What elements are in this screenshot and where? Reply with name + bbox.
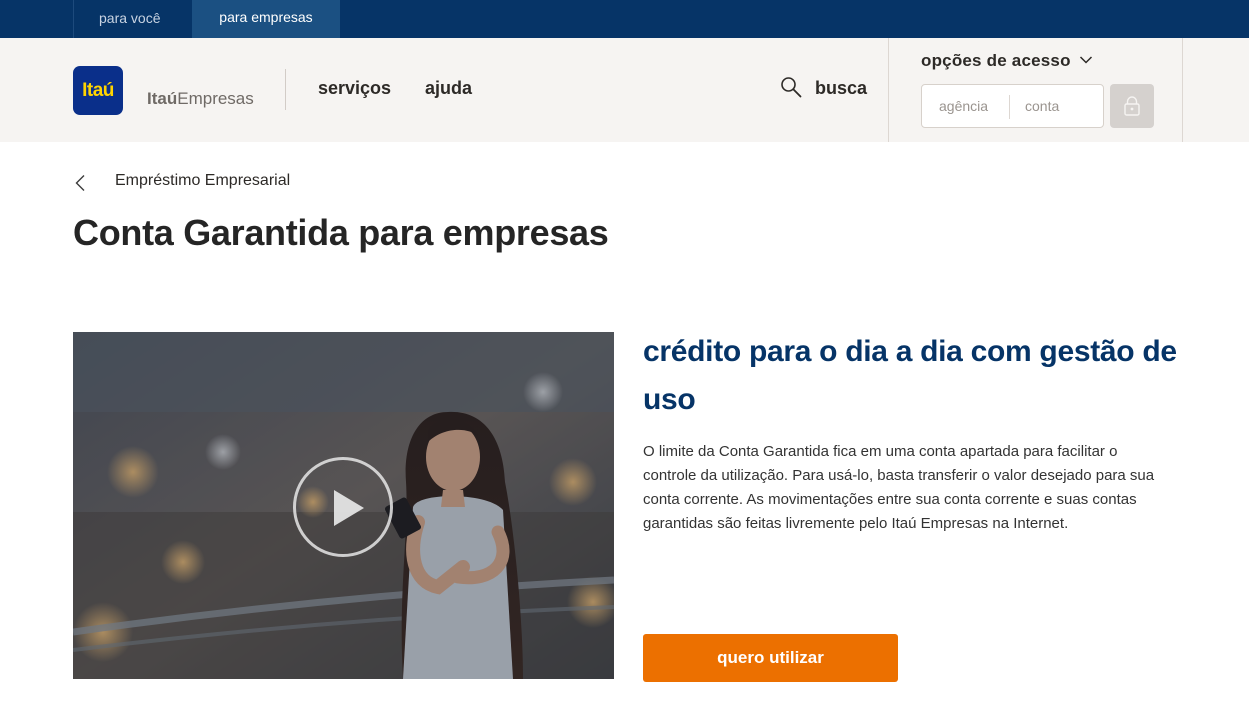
lock-icon (1124, 96, 1140, 116)
access-options-title[interactable]: opções de acesso (921, 51, 1071, 71)
brand-bold: Itaú (147, 89, 178, 108)
breadcrumb[interactable]: Empréstimo Empresarial (115, 172, 290, 190)
section-subtitle: crédito para o dia a dia com gestão de u… (643, 335, 1177, 416)
agencia-input[interactable] (939, 93, 1007, 119)
brand-light: Empresas (177, 89, 254, 108)
section-body: O limite da Conta Garantida fica em uma … (643, 443, 1155, 532)
play-icon (334, 490, 364, 526)
brand-name: ItaúEmpresas (147, 89, 254, 109)
play-button[interactable] (293, 457, 393, 557)
logo-text: Itaú (82, 80, 114, 101)
search-icon[interactable] (780, 76, 802, 98)
chevron-down-icon[interactable] (1079, 55, 1093, 65)
nav-servicos[interactable]: serviços (318, 78, 391, 99)
login-field-separator (1009, 95, 1010, 119)
tab-para-voce[interactable]: para você (73, 0, 192, 38)
nav-ajuda[interactable]: ajuda (425, 78, 472, 99)
conta-input[interactable] (1025, 93, 1095, 119)
tab-para-empresas[interactable]: para empresas (192, 0, 340, 38)
itau-logo[interactable]: Itaú (73, 66, 123, 115)
quero-utilizar-button[interactable]: quero utilizar (643, 634, 898, 682)
back-chevron-icon[interactable] (74, 174, 86, 192)
search-label[interactable]: busca (815, 78, 867, 99)
login-box (921, 84, 1104, 128)
header-divider (285, 69, 286, 110)
page-title: Conta Garantida para empresas (73, 212, 609, 253)
site-header: Itaú ItaúEmpresas serviços ajuda busca o… (0, 38, 1249, 142)
segment-bar: para você para empresas (0, 0, 1249, 38)
access-panel: opções de acesso (888, 38, 1183, 142)
login-lock-button[interactable] (1110, 84, 1154, 128)
